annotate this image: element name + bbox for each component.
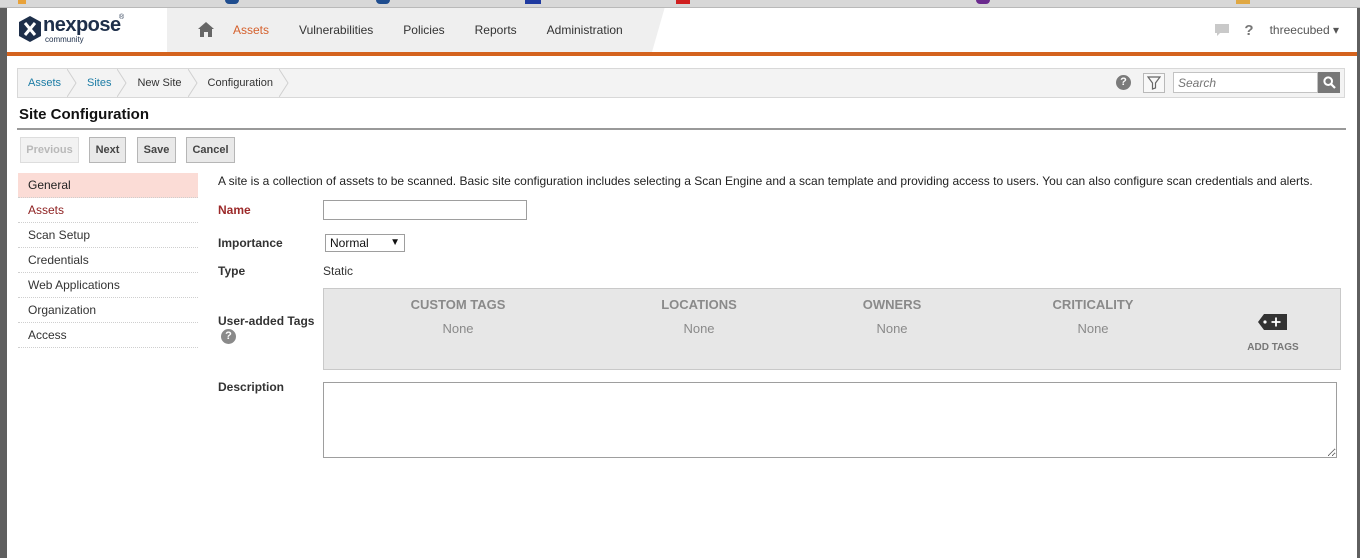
breadcrumb-configuration: Configuration <box>198 69 289 97</box>
tag-column-criticality: CRITICALITY None <box>993 297 1193 336</box>
sidebar-item-credentials[interactable]: Credentials <box>18 248 198 273</box>
page-title: Site Configuration <box>19 106 149 123</box>
intro-text: A site is a collection of assets to be s… <box>218 174 1313 188</box>
tags-panel: CUSTOM TAGS None LOCATIONS None OWNERS N… <box>323 288 1341 370</box>
header-tools: ? threecubed ▾ <box>1214 8 1339 52</box>
logo[interactable]: nexpose ® community <box>7 8 167 52</box>
breadcrumb-new-site-label: New Site <box>137 77 182 89</box>
chevron-right-icon <box>67 69 77 97</box>
save-button[interactable]: Save <box>137 137 176 163</box>
filter-button[interactable] <box>1143 72 1165 93</box>
tag-column-owners: OWNERS None <box>792 297 992 336</box>
search-input[interactable] <box>1173 72 1318 93</box>
logo-text: nexpose <box>43 14 121 36</box>
logo-registered-mark: ® <box>119 14 125 21</box>
user-menu[interactable]: threecubed ▾ <box>1270 23 1339 37</box>
chevron-right-icon <box>117 69 128 97</box>
description-field[interactable] <box>323 382 1337 458</box>
tags-label: User-added Tags <box>218 314 315 328</box>
main-nav: Assets Vulnerabilities Policies Reports … <box>219 8 639 52</box>
add-tags-button[interactable]: ADD TAGS <box>1238 313 1308 353</box>
chevron-right-icon <box>278 69 289 97</box>
browser-bookmarks-bar <box>0 0 1360 8</box>
tag-column-header: OWNERS <box>862 297 922 312</box>
chat-icon[interactable] <box>1214 23 1230 37</box>
importance-value: Normal <box>330 236 369 250</box>
sidebar-item-general[interactable]: General <box>18 173 198 198</box>
sidebar-item-organization[interactable]: Organization <box>18 298 198 323</box>
nav-policies[interactable]: Policies <box>403 23 444 37</box>
sidebar-item-scan-setup[interactable]: Scan Setup <box>18 223 198 248</box>
window-frame-left <box>0 8 7 558</box>
tag-column-header: LOCATIONS <box>661 297 737 312</box>
header-accent-rule <box>7 52 1357 56</box>
breadcrumb-configuration-label: Configuration <box>207 77 273 89</box>
name-field[interactable] <box>323 200 527 220</box>
tag-column-locations: LOCATIONS None <box>599 297 799 336</box>
description-label: Description <box>218 380 285 394</box>
sidebar-item-assets[interactable]: Assets <box>18 198 198 223</box>
tag-column-value: None <box>683 321 715 336</box>
tag-column-header: CUSTOM TAGS <box>410 297 506 312</box>
breadcrumb-sites-label: Sites <box>87 77 112 89</box>
config-sidebar: General Assets Scan Setup Credentials We… <box>18 173 198 348</box>
tag-column-header: CRITICALITY <box>1052 297 1134 312</box>
add-tag-icon <box>1258 314 1287 330</box>
tag-column-value: None <box>876 321 908 336</box>
filter-icon <box>1147 75 1161 90</box>
sidebar-item-web-applications[interactable]: Web Applications <box>18 273 198 298</box>
tag-column-value: None <box>1077 321 1109 336</box>
breadcrumb-sites[interactable]: Sites <box>77 69 128 97</box>
chevron-right-icon <box>187 69 198 97</box>
logo-edition: community <box>45 35 84 44</box>
nav-administration[interactable]: Administration <box>547 23 623 37</box>
breadcrumb-assets-label: Assets <box>28 77 62 89</box>
importance-select[interactable]: Normal ▼ <box>325 234 405 252</box>
page-help-icon[interactable]: ? <box>1116 75 1131 90</box>
breadcrumb-assets[interactable]: Assets <box>18 69 77 97</box>
nav-assets[interactable]: Assets <box>233 23 269 37</box>
chevron-down-icon: ▼ <box>390 237 400 248</box>
importance-label: Importance <box>218 236 283 250</box>
previous-button[interactable]: Previous <box>20 137 79 163</box>
search-icon <box>1322 76 1336 89</box>
search-button[interactable] <box>1318 72 1340 93</box>
nav-reports[interactable]: Reports <box>475 23 517 37</box>
home-icon[interactable] <box>197 21 215 38</box>
breadcrumb: Assets Sites New Site Configuration ? <box>17 68 1345 98</box>
type-label: Type <box>218 264 246 278</box>
add-tags-label: ADD TAGS <box>1247 342 1299 353</box>
nav-vulnerabilities[interactable]: Vulnerabilities <box>299 23 373 37</box>
logo-x-icon <box>19 16 41 42</box>
tags-help-icon[interactable]: ? <box>221 329 236 344</box>
top-header: nexpose ® community Assets Vulnerabiliti… <box>7 8 1357 52</box>
breadcrumb-new-site: New Site <box>127 69 198 97</box>
help-icon[interactable]: ? <box>1244 22 1253 39</box>
title-divider <box>17 128 1346 130</box>
tag-column-custom: CUSTOM TAGS None <box>358 297 558 336</box>
next-button[interactable]: Next <box>89 137 126 163</box>
tag-column-value: None <box>442 321 474 336</box>
type-value: Static <box>323 264 354 278</box>
sidebar-item-access[interactable]: Access <box>18 323 198 348</box>
name-label: Name <box>218 203 251 217</box>
cancel-button[interactable]: Cancel <box>186 137 235 163</box>
